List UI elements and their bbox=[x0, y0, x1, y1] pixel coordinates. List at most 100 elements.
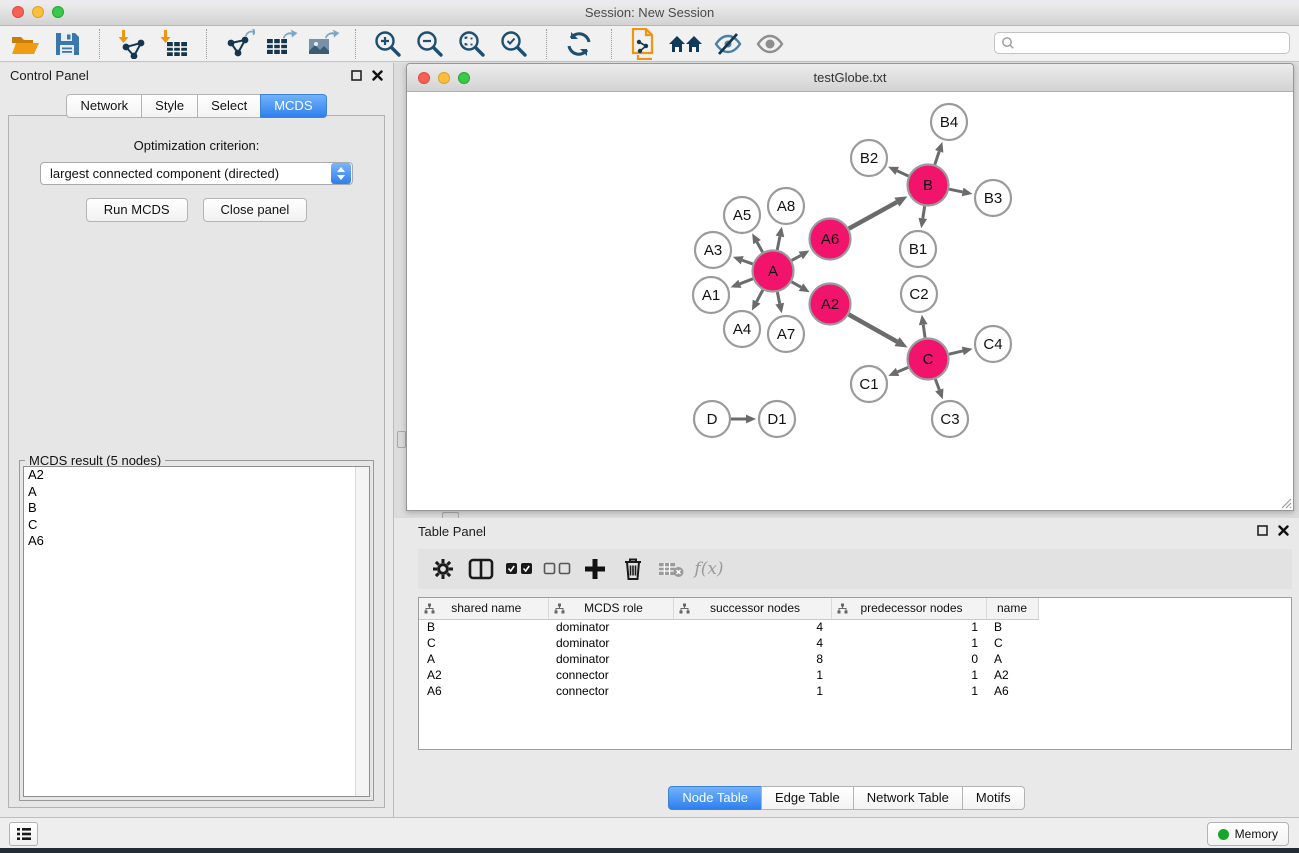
table-cell[interactable]: 1 bbox=[673, 667, 831, 683]
table-cell[interactable]: B bbox=[419, 619, 548, 635]
table-settings-icon[interactable] bbox=[428, 554, 458, 584]
graph-edge-B-B4[interactable] bbox=[935, 151, 939, 164]
graph-edge-C-C3[interactable] bbox=[935, 379, 939, 390]
graph-edge-A-A2[interactable] bbox=[792, 282, 801, 287]
node-table[interactable]: shared nameMCDS rolesuccessor nodesprede… bbox=[418, 597, 1292, 750]
open-session-icon[interactable] bbox=[7, 28, 43, 60]
hide-graphics-details-icon[interactable] bbox=[710, 28, 746, 60]
graph-node-A3[interactable]: A3 bbox=[695, 232, 731, 268]
save-session-icon[interactable] bbox=[49, 28, 85, 60]
refresh-layout-icon[interactable] bbox=[561, 28, 597, 60]
table-cell[interactable]: 4 bbox=[673, 619, 831, 635]
table-cell[interactable]: B bbox=[986, 619, 1038, 635]
tab-node-table[interactable]: Node Table bbox=[668, 786, 762, 810]
graph-node-A1[interactable]: A1 bbox=[693, 277, 729, 313]
graph-node-D1[interactable]: D1 bbox=[759, 401, 795, 437]
float-table-panel-icon[interactable] bbox=[1257, 525, 1268, 536]
delete-table-icon[interactable] bbox=[656, 554, 686, 584]
table-cell[interactable]: A6 bbox=[419, 683, 548, 699]
scrollbar-track[interactable] bbox=[355, 467, 369, 796]
tab-network[interactable]: Network bbox=[66, 94, 142, 118]
graph-node-A4[interactable]: A4 bbox=[724, 311, 760, 347]
graph-node-C1[interactable]: C1 bbox=[851, 366, 887, 402]
graph-node-A5[interactable]: A5 bbox=[724, 197, 760, 233]
tab-mcds[interactable]: MCDS bbox=[260, 94, 326, 118]
list-item[interactable]: C bbox=[24, 517, 369, 534]
graph-edge-B-B2[interactable] bbox=[897, 171, 908, 176]
table-cell[interactable]: A6 bbox=[986, 683, 1038, 699]
search-input[interactable] bbox=[1019, 35, 1289, 51]
table-cell[interactable]: connector bbox=[548, 667, 673, 683]
vertical-splitter-handle[interactable] bbox=[397, 431, 406, 448]
graph-edge-A-A4[interactable] bbox=[757, 290, 763, 302]
tab-motifs[interactable]: Motifs bbox=[962, 786, 1025, 810]
show-all-network-views-icon[interactable] bbox=[668, 28, 704, 60]
table-row[interactable]: A6connector11A6 bbox=[419, 683, 1038, 699]
table-cell[interactable]: 1 bbox=[673, 683, 831, 699]
graph-node-B4[interactable]: B4 bbox=[931, 104, 967, 140]
criterion-select[interactable]: largest connected component (directed) bbox=[40, 162, 353, 185]
list-item[interactable]: B bbox=[24, 500, 369, 517]
graph-edge-C-C2[interactable] bbox=[923, 325, 925, 338]
graph-edge-A2-C[interactable] bbox=[849, 315, 897, 342]
table-row[interactable]: Cdominator41C bbox=[419, 635, 1038, 651]
table-cell[interactable]: A bbox=[986, 651, 1038, 667]
import-network-icon[interactable] bbox=[114, 28, 150, 60]
table-cell[interactable]: C bbox=[986, 635, 1038, 651]
table-cell[interactable]: 1 bbox=[831, 667, 986, 683]
close-table-panel-icon[interactable] bbox=[1278, 525, 1289, 536]
table-cell[interactable]: 0 bbox=[831, 651, 986, 667]
graph-edge-A-A8[interactable] bbox=[777, 236, 780, 250]
column-header[interactable]: predecessor nodes bbox=[831, 598, 986, 619]
tab-select[interactable]: Select bbox=[197, 94, 261, 118]
show-graphics-details-icon[interactable] bbox=[752, 28, 788, 60]
column-header[interactable]: successor nodes bbox=[673, 598, 831, 619]
list-item[interactable]: A bbox=[24, 484, 369, 501]
column-header[interactable]: shared name bbox=[419, 598, 548, 619]
graph-edge-A-A5[interactable] bbox=[757, 242, 763, 252]
graph-node-C3[interactable]: C3 bbox=[932, 401, 968, 437]
table-cell[interactable]: dominator bbox=[548, 635, 673, 651]
table-row[interactable]: A2connector11A2 bbox=[419, 667, 1038, 683]
zoom-selected-icon[interactable] bbox=[496, 28, 532, 60]
graph-node-A[interactable]: A bbox=[753, 251, 794, 292]
import-table-icon[interactable] bbox=[156, 28, 192, 60]
graph-node-B3[interactable]: B3 bbox=[975, 180, 1011, 216]
table-cell[interactable]: C bbox=[419, 635, 548, 651]
table-cell[interactable]: dominator bbox=[548, 619, 673, 635]
graph-edge-B-B1[interactable] bbox=[923, 206, 925, 218]
table-cell[interactable]: A bbox=[419, 651, 548, 667]
table-cell[interactable]: A2 bbox=[986, 667, 1038, 683]
resize-grip-icon[interactable] bbox=[1279, 496, 1292, 509]
column-header[interactable]: MCDS role bbox=[548, 598, 673, 619]
table-row[interactable]: Bdominator41B bbox=[419, 619, 1038, 635]
graph-edge-C-C1[interactable] bbox=[898, 367, 909, 372]
graph-edge-A6-B[interactable] bbox=[849, 202, 897, 228]
run-mcds-button[interactable]: Run MCDS bbox=[86, 198, 188, 222]
function-builder-icon[interactable]: f(x) bbox=[694, 554, 724, 584]
close-panel-button[interactable]: Close panel bbox=[203, 198, 308, 222]
graph-node-C[interactable]: C bbox=[908, 339, 949, 380]
task-history-button[interactable] bbox=[9, 822, 38, 846]
graph-edge-A-A1[interactable] bbox=[740, 279, 753, 284]
close-panel-icon[interactable] bbox=[372, 70, 383, 81]
table-cell[interactable]: connector bbox=[548, 683, 673, 699]
graph-node-D[interactable]: D bbox=[694, 401, 730, 437]
float-panel-icon[interactable] bbox=[351, 70, 362, 81]
table-cell[interactable]: A2 bbox=[419, 667, 548, 683]
export-network-icon[interactable] bbox=[221, 28, 257, 60]
graph-node-B[interactable]: B bbox=[908, 165, 949, 206]
export-image-icon[interactable] bbox=[305, 28, 341, 60]
graph-node-A7[interactable]: A7 bbox=[768, 316, 804, 352]
table-cell[interactable]: 1 bbox=[831, 635, 986, 651]
memory-button[interactable]: Memory bbox=[1207, 822, 1289, 846]
graph-edge-B-B3[interactable] bbox=[949, 189, 963, 192]
graph-edge-A-A6[interactable] bbox=[792, 255, 801, 260]
add-row-icon[interactable] bbox=[580, 554, 610, 584]
graph-edge-A-A7[interactable] bbox=[777, 292, 779, 304]
network-window-titlebar[interactable]: testGlobe.txt bbox=[407, 64, 1293, 92]
tab-edge-table[interactable]: Edge Table bbox=[761, 786, 854, 810]
toggle-columns-icon[interactable] bbox=[466, 554, 496, 584]
deselect-all-icon[interactable] bbox=[542, 554, 572, 584]
zoom-fit-content-icon[interactable] bbox=[454, 28, 490, 60]
